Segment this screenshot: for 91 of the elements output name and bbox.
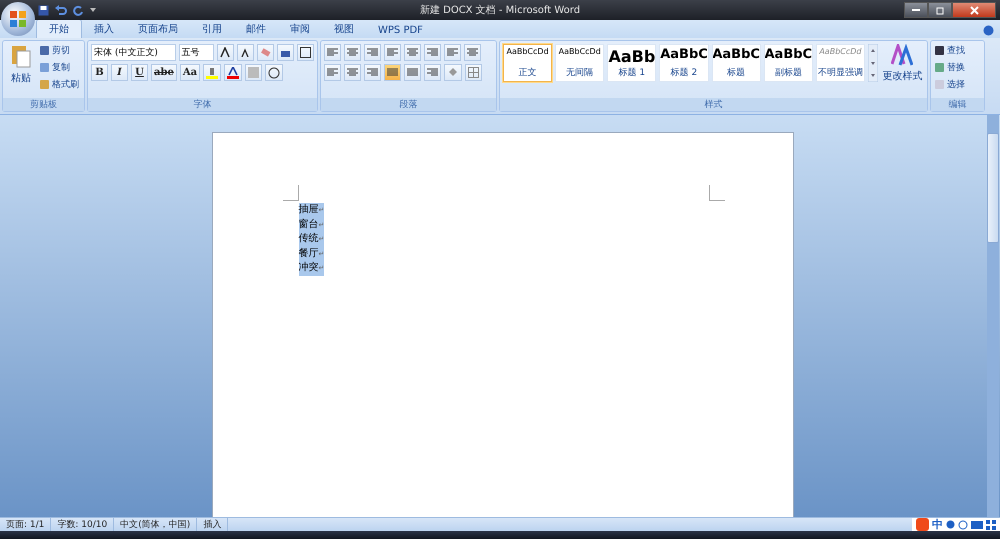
margin-corner-mark	[708, 185, 724, 201]
alignment-button[interactable]	[364, 64, 381, 81]
align-right-icon	[367, 68, 378, 77]
line-spacing-button[interactable]	[424, 64, 441, 81]
ribbon-tab[interactable]: 邮件	[234, 20, 278, 38]
gallery-scroll-icon[interactable]	[868, 44, 878, 82]
format-button[interactable]: I	[111, 64, 128, 81]
paragraph-tool-button[interactable]	[424, 44, 441, 61]
circle-icon	[268, 66, 280, 78]
undo-icon[interactable]	[55, 4, 67, 16]
style-swatch[interactable]: AaBbC 副标题	[764, 44, 813, 82]
font-size-field[interactable]: 五号	[178, 44, 214, 61]
eraser-icon	[260, 47, 271, 58]
style-swatch[interactable]: AaBbCcDd 正文	[503, 44, 552, 82]
style-swatch[interactable]: AaBbC 标题 2	[659, 44, 709, 82]
window-title: 新建 DOCX 文档 - Microsoft Word	[420, 4, 580, 17]
character-border-button[interactable]	[297, 44, 314, 61]
paragraph-tool-button[interactable]	[384, 44, 401, 61]
style-swatch[interactable]: AaBbCcDd 不明显强调	[816, 44, 865, 82]
clipboard-command[interactable]: 复制	[39, 61, 79, 74]
paragraph-tool-button[interactable]	[444, 44, 461, 61]
align-left-icon	[327, 68, 338, 77]
restore-icon	[936, 6, 944, 14]
sogou-logo-icon	[916, 518, 929, 531]
style-swatch[interactable]: AaBbC 标题	[712, 44, 761, 82]
font-color-button[interactable]	[224, 64, 242, 81]
vertical-scrollbar[interactable]	[987, 115, 999, 517]
clipboard-command[interactable]: 格式刷	[39, 78, 79, 91]
margin-corner-mark	[282, 185, 298, 201]
clipboard-icon	[11, 44, 31, 68]
style-swatch[interactable]: AaBb 标题 1	[607, 44, 656, 82]
grow-font-button[interactable]	[217, 44, 234, 61]
ribbon-tab[interactable]: WPS PDF	[366, 23, 435, 38]
shrink-font-button[interactable]	[237, 44, 254, 61]
font-color-icon	[227, 66, 240, 78]
ribbon-tab[interactable]: 插入	[82, 20, 126, 38]
font-family-field[interactable]: 宋体 (中文正文)	[91, 44, 176, 61]
editing-command[interactable]: 查找	[934, 44, 965, 57]
character-shading-icon	[248, 67, 260, 78]
redo-icon[interactable]	[73, 4, 84, 16]
format-button[interactable]: B	[91, 64, 108, 81]
alignment-button[interactable]	[324, 64, 341, 81]
ime-mode[interactable]: 中	[932, 517, 943, 532]
help-icon[interactable]	[983, 25, 994, 36]
enclose-character-button[interactable]	[265, 64, 284, 81]
styles-letters-icon	[891, 44, 914, 66]
ribbon-tab[interactable]: 引用	[190, 20, 234, 38]
phonetic-button[interactable]	[277, 44, 294, 61]
minimize-icon	[912, 8, 920, 12]
restore-button[interactable]	[928, 2, 952, 18]
highlighter-icon	[206, 66, 218, 78]
editing-command[interactable]: 选择	[934, 78, 965, 91]
character-border-icon	[300, 47, 311, 58]
close-button[interactable]	[952, 2, 996, 18]
ribbon-tab[interactable]: 开始	[36, 19, 82, 38]
alignment-button[interactable]	[384, 64, 401, 81]
ribbon-tab[interactable]: 页面布局	[126, 20, 190, 38]
alignment-button[interactable]	[404, 64, 421, 81]
paragraph-tool-button[interactable]	[404, 44, 421, 61]
group-label: 剪贴板	[3, 98, 84, 111]
justify-icon	[387, 68, 398, 77]
ribbon-tab[interactable]: 审阅	[278, 20, 322, 38]
paragraph-tool-button[interactable]	[324, 44, 341, 61]
save-icon[interactable]	[38, 4, 49, 16]
ribbon-tab[interactable]: 视图	[322, 20, 366, 38]
office-button[interactable]	[1, 2, 35, 36]
format-button[interactable]: abe	[151, 64, 177, 81]
paragraph-tool-button[interactable]	[364, 44, 381, 61]
office-logo-icon	[9, 10, 27, 28]
highlight-button[interactable]	[203, 64, 222, 81]
customize-caret-icon[interactable]	[90, 7, 96, 13]
group-label: 段落	[321, 98, 496, 111]
paragraph-tool-button[interactable]	[464, 44, 481, 61]
group-label: 字体	[88, 98, 317, 111]
scroll-thumb[interactable]	[987, 133, 999, 243]
align-center-icon	[347, 68, 358, 77]
group-label: 样式	[500, 98, 927, 111]
border-grid-icon	[468, 67, 479, 78]
minimize-button[interactable]	[904, 2, 928, 18]
paragraph-tool-button[interactable]	[344, 44, 361, 61]
group-label: 编辑	[931, 98, 984, 111]
paint-bucket-icon	[447, 67, 459, 78]
editing-command[interactable]: 替换	[934, 61, 965, 74]
paste-button[interactable]: 粘贴	[6, 44, 36, 95]
format-button[interactable]: Aa	[180, 64, 200, 81]
change-styles-button[interactable]: 更改样式	[880, 44, 924, 95]
clipboard-command[interactable]: 剪切	[39, 44, 79, 57]
format-button[interactable]: U	[131, 64, 148, 81]
close-icon	[970, 6, 978, 14]
style-swatch[interactable]: AaBbCcDd 无间隔	[555, 44, 604, 82]
alignment-button[interactable]	[344, 64, 361, 81]
